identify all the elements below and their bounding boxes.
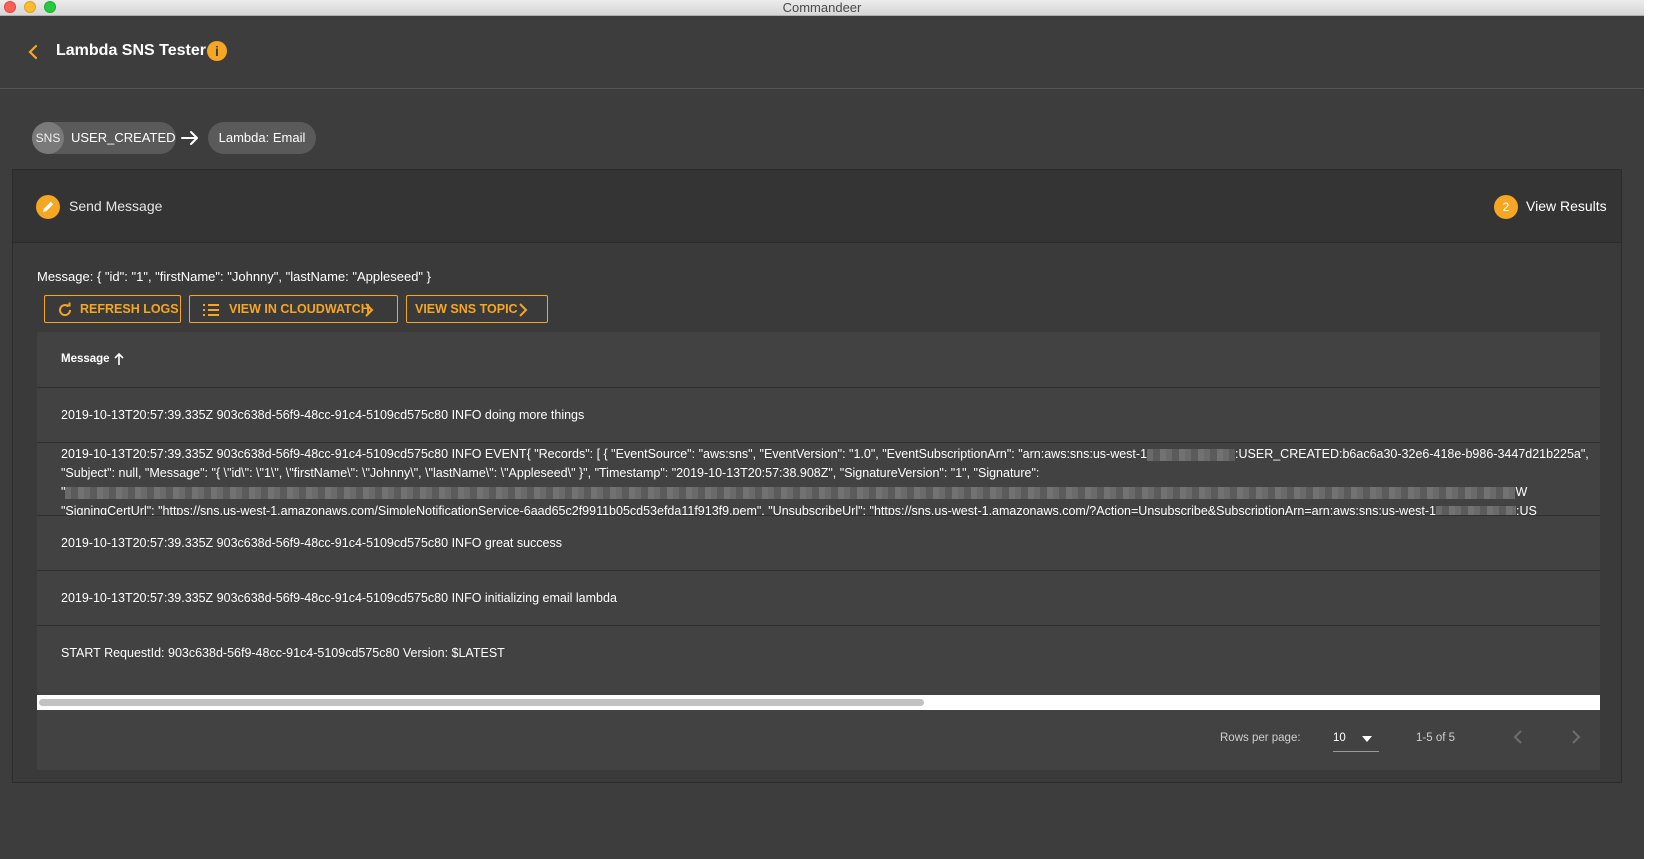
view-sns-topic-label: VIEW SNS TOPIC xyxy=(415,302,518,316)
list-icon xyxy=(203,304,219,316)
redacted-block xyxy=(65,486,1516,499)
step-send-message-label[interactable]: Send Message xyxy=(69,198,162,214)
table-pagination: Rows per page: 10 1-5 of 5 xyxy=(37,710,1600,770)
rows-per-page-label: Rows per page: xyxy=(1220,732,1301,744)
sns-badge: SNS xyxy=(32,122,64,154)
app-window: Commandeer Lambda SNS Tester i SNS USER_… xyxy=(0,0,1644,859)
log-message: 2019-10-13T20:57:39.335Z 903c638d-56f9-4… xyxy=(61,536,563,550)
log-message-event: 2019-10-13T20:57:39.335Z 903c638d-56f9-4… xyxy=(61,445,1589,516)
pagination-range: 1-5 of 5 xyxy=(1416,732,1455,744)
rows-per-page-select[interactable]: 10 xyxy=(1333,726,1379,752)
back-chevron-icon[interactable] xyxy=(26,44,40,60)
chevron-right-icon xyxy=(365,303,374,317)
table-header: Message xyxy=(37,332,1600,388)
log-message: 2019-10-13T20:57:39.335Z 903c638d-56f9-4… xyxy=(61,591,617,605)
sent-message-text: Message: { "id": "1", "firstName": "John… xyxy=(37,269,431,284)
step-number-badge: 2 xyxy=(1494,195,1518,219)
log-line: 2019-10-13T20:57:39.335Z 903c638d-56f9-4… xyxy=(61,447,1589,461)
refresh-logs-label: REFRESH LOGS xyxy=(80,302,179,316)
chevron-left-icon[interactable] xyxy=(1512,728,1524,746)
table-row[interactable]: 2019-10-13T20:57:39.335Z 903c638d-56f9-4… xyxy=(37,388,1600,443)
table-row[interactable]: START RequestId: 903c638d-56f9-48cc-91c4… xyxy=(37,626,1600,681)
refresh-logs-button[interactable]: REFRESH LOGS xyxy=(44,295,181,323)
lambda-chip[interactable]: Lambda: Email xyxy=(208,122,316,154)
chevron-right-icon xyxy=(519,303,528,317)
table-row[interactable]: 2019-10-13T20:57:39.335Z 903c638d-56f9-4… xyxy=(37,443,1600,516)
view-in-cloudwatch-button[interactable]: VIEW IN CLOUDWATCH xyxy=(189,295,398,323)
arrow-right-icon xyxy=(181,131,198,145)
horizontal-scrollbar[interactable] xyxy=(37,695,1600,710)
log-message: START RequestId: 903c638d-56f9-48cc-91c4… xyxy=(61,646,505,660)
page-header: Lambda SNS Tester i xyxy=(0,16,1644,89)
window-edge xyxy=(1644,0,1656,859)
view-in-cloudwatch-label: VIEW IN CLOUDWATCH xyxy=(229,302,370,316)
chevron-right-icon[interactable] xyxy=(1570,728,1582,746)
stepper: Send Message 2 View Results xyxy=(13,170,1621,243)
caret-down-icon xyxy=(1362,736,1372,742)
refresh-icon xyxy=(59,302,72,317)
log-line: "SigningCertUrl": "https://sns.us-west-1… xyxy=(61,504,1537,516)
table-row[interactable]: 2019-10-13T20:57:39.335Z 903c638d-56f9-4… xyxy=(37,571,1600,626)
step-view-results-label[interactable]: View Results xyxy=(1526,198,1607,214)
sort-up-icon[interactable] xyxy=(113,352,125,366)
log-line: "Subject": null, "Message": "{ \"id\": \… xyxy=(61,466,1040,480)
results-panel: Send Message 2 View Results Message: { "… xyxy=(12,169,1622,783)
log-message: 2019-10-13T20:57:39.335Z 903c638d-56f9-4… xyxy=(61,408,585,422)
log-table: Message 2019-10-13T20:57:39.335Z 903c638… xyxy=(37,332,1600,770)
table-row[interactable]: 2019-10-13T20:57:39.335Z 903c638d-56f9-4… xyxy=(37,516,1600,571)
scrollbar-thumb[interactable] xyxy=(39,699,924,706)
rows-per-page-value: 10 xyxy=(1333,732,1346,744)
column-header-message[interactable]: Message xyxy=(61,353,110,365)
window-title: Commandeer xyxy=(782,0,862,15)
redacted-block xyxy=(1147,448,1236,461)
log-line: " W xyxy=(61,485,1528,499)
page-title: Lambda SNS Tester xyxy=(56,42,206,59)
info-icon[interactable]: i xyxy=(207,41,227,61)
window-titlebar: Commandeer xyxy=(0,0,1644,16)
edit-pencil-icon[interactable] xyxy=(36,195,60,219)
sns-topic-label: USER_CREATED xyxy=(71,130,176,145)
redacted-block xyxy=(1436,505,1516,515)
sns-topic-chip[interactable]: SNS USER_CREATED xyxy=(32,122,176,154)
view-sns-topic-button[interactable]: VIEW SNS TOPIC xyxy=(406,295,548,323)
